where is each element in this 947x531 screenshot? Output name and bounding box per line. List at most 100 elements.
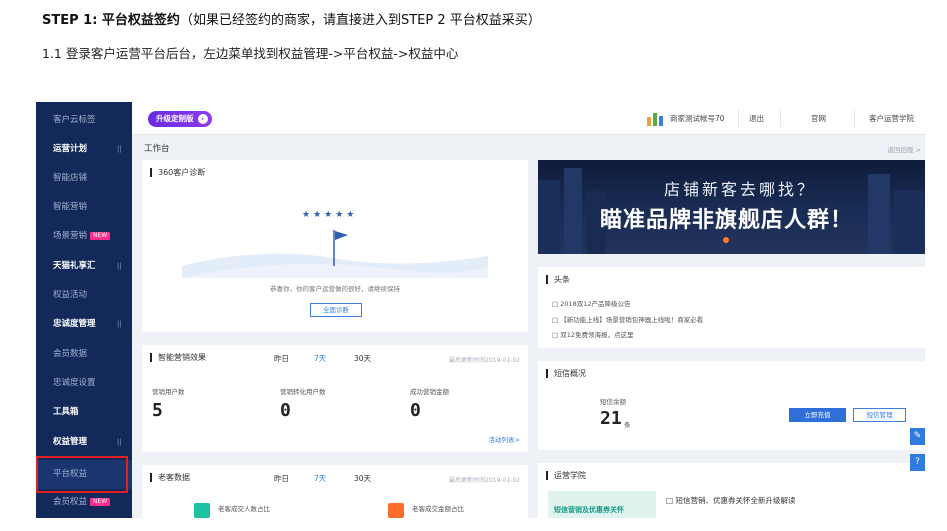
academy-article[interactable]: □ 短信营销、优惠券关怀全新升级解读	[666, 495, 795, 506]
academy-card: 运营学院 短信营销及优惠券关怀 □ 短信营销、优惠券关怀全新升级解读	[538, 463, 925, 518]
sidebar-item-smart-store[interactable]: 智能店铺	[36, 164, 132, 193]
marketing-effect-card: 智能营销效果 昨日 7天 30天 最后更新时间2019-01-02 营销用户数 …	[142, 345, 528, 452]
chevron-icon: ||	[116, 145, 122, 153]
sms-manage-button[interactable]: 短信管理	[853, 408, 906, 422]
last-updated: 最后更新时间2019-01-02	[449, 357, 520, 364]
sidebar-item-label: 忠诚度管理	[53, 319, 96, 329]
sidebar-item-smart-marketing[interactable]: 智能营销	[36, 193, 132, 222]
bullet-icon: □	[552, 316, 561, 324]
merchant-name[interactable]: 商家测试帐号70	[670, 113, 725, 124]
sms-balance-value: 21	[600, 408, 622, 429]
metric-label: 成功营销金额	[410, 388, 449, 396]
sidebar-item-member-data[interactable]: 会员数据	[36, 340, 132, 369]
recharge-button[interactable]: 立即充值	[789, 408, 846, 422]
bullet-icon: □	[552, 331, 561, 339]
diagnosis-message: 恭喜你，你的客户运营做的很好，请继续保持	[270, 285, 400, 293]
tab-yesterday[interactable]: 昨日	[274, 473, 289, 484]
official-site-link[interactable]: 官网	[811, 113, 826, 124]
bullet-icon: □	[552, 300, 561, 308]
academy-link[interactable]: 客户运营学院	[869, 113, 914, 124]
chevron-icon: ||	[116, 320, 122, 328]
sidebar-item-label: 运营计划	[53, 144, 88, 154]
academy-title: 运营学院	[546, 471, 586, 480]
tab-7-days[interactable]: 7天	[314, 353, 326, 364]
sidebar-item-label: 天猫礼享汇	[53, 261, 96, 271]
news-item[interactable]: □ 双12免费领海报，点这里	[552, 329, 634, 339]
diagnosis-card: 360客户诊断 ★★★★★ 恭喜你，你的客户运营做的很好，请继续保持 全面诊断	[142, 160, 528, 332]
metric-label: 营销转化用户数	[280, 388, 326, 396]
activity-list-link[interactable]: 活动列表>	[489, 434, 520, 444]
logout-link[interactable]: 退出	[749, 113, 764, 124]
step-heading-bold: STEP 1: 平台权益签约	[42, 13, 180, 28]
sidebar-item-label: 会员权益	[53, 497, 88, 507]
topbar: 升级定制版 › 商家测试帐号70 退出 官网 客户运营学院	[132, 102, 925, 135]
sidebar-item-loyalty-management[interactable]: 忠诚度管理 ||	[36, 310, 132, 339]
topbar-divider	[780, 110, 781, 127]
news-item-text: 2018双12产品降级公告	[560, 300, 631, 308]
sidebar-item-label: 权益活动	[53, 290, 88, 300]
metric-value: 0	[410, 400, 421, 421]
full-diagnosis-button[interactable]: 全面诊断	[310, 303, 362, 317]
customer-count-icon	[194, 503, 210, 518]
diagnosis-title: 360客户诊断	[150, 168, 205, 177]
sidebar-item-scene-marketing[interactable]: 场景营销 NEW	[36, 222, 132, 251]
arrow-right-icon: ›	[197, 114, 208, 124]
document-step-heading: STEP 1: 平台权益签约（如果已经签约的商家，请直接进入到STEP 2 平台…	[42, 9, 541, 28]
sms-card: 短信概况 短信余额 21 条	[538, 361, 925, 450]
sidebar-item-tmall-gift[interactable]: 天猫礼享汇 ||	[36, 252, 132, 281]
flag-illustration-icon	[182, 230, 488, 278]
sidebar-item-label: 权益管理	[53, 437, 88, 447]
thumbnail-text: 短信营销及优惠券关怀	[554, 506, 624, 514]
help-icon[interactable]: ?	[910, 454, 925, 471]
rating-stars: ★★★★★	[302, 210, 358, 220]
metric-value: 0	[280, 400, 291, 421]
academy-headline: 短信营销、优惠券关怀全新升级解读	[675, 496, 796, 505]
back-old-version-link[interactable]: 返回旧版 >	[887, 144, 921, 154]
tab-30-days[interactable]: 30天	[354, 473, 371, 484]
topbar-divider	[738, 110, 739, 127]
sidebar-item-operation-plan[interactable]: 运营计划 ||	[36, 135, 132, 164]
metric-label: 老客成交金额占比	[412, 505, 464, 513]
metric-label: 营销用户数	[152, 388, 185, 396]
sidebar-item-label: 工具箱	[53, 407, 79, 417]
document-substep: 1.1 登录客户运营平台后台，左边菜单找到权益管理->平台权益->权益中心	[42, 46, 459, 61]
highlight-box	[36, 456, 128, 493]
sms-title: 短信概况	[546, 369, 586, 378]
sidebar-item-label: 场景营销	[53, 231, 88, 241]
sidebar-item-loyalty-settings[interactable]: 忠诚度设置	[36, 369, 132, 398]
upgrade-label: 升级定制版	[156, 114, 194, 123]
metric-value: 5	[152, 400, 163, 421]
new-badge: NEW	[90, 231, 111, 240]
news-title: 头条	[546, 275, 570, 284]
marketing-title: 智能营销效果	[150, 353, 206, 362]
chevron-icon: ||	[116, 262, 122, 270]
banner-line-1: 店铺新客去哪找？	[664, 180, 817, 199]
upgrade-button[interactable]: 升级定制版 ›	[148, 111, 212, 127]
sms-balance-unit: 条	[624, 421, 631, 429]
step-heading-note: （如果已经签约的商家，请直接进入到STEP 2 平台权益采买）	[179, 13, 541, 28]
old-customer-card: 老客数据 昨日 7天 30天 最后更新时间2019-01-02 老客成交人数占比…	[142, 465, 528, 518]
merchant-avatar-icon	[647, 113, 663, 126]
sms-balance-label: 短信余额	[600, 398, 626, 406]
promo-banner[interactable]: 店铺新客去哪找？ 瞄准品牌非旗舰店人群！	[538, 160, 925, 254]
topbar-divider	[854, 110, 855, 127]
edit-icon[interactable]: ✎	[910, 428, 925, 445]
news-item[interactable]: □ 2018双12产品降级公告	[552, 298, 631, 308]
last-updated: 最后更新时间2019-01-02	[449, 477, 520, 484]
sidebar: 客户云标签 运营计划 || 智能店铺 智能营销 场景营销 NEW 天猫礼享汇 || 权…	[36, 102, 132, 518]
chevron-icon: ||	[116, 438, 122, 446]
tab-7-days[interactable]: 7天	[314, 473, 326, 484]
sidebar-item-label: 客户云标签	[53, 115, 96, 125]
news-item-text: 双12免费领海报，点这里	[560, 331, 634, 339]
sidebar-item-benefit-activity[interactable]: 权益活动	[36, 281, 132, 310]
sidebar-item-cloud-tags[interactable]: 客户云标签	[36, 106, 132, 135]
tab-yesterday[interactable]: 昨日	[274, 353, 289, 364]
tab-30-days[interactable]: 30天	[354, 353, 371, 364]
sidebar-item-toolbox[interactable]: 工具箱	[36, 398, 132, 427]
news-card: 头条 □ 2018双12产品降级公告 □ 【新功能上线】场景营销包神器上线啦！商…	[538, 267, 925, 348]
sidebar-item-benefit-management[interactable]: 权益管理 ||	[36, 428, 132, 457]
academy-thumbnail[interactable]: 短信营销及优惠券关怀	[548, 491, 656, 518]
admin-screenshot: 客户云标签 运营计划 || 智能店铺 智能营销 场景营销 NEW 天猫礼享汇 || 权…	[36, 102, 925, 518]
news-item[interactable]: □ 【新功能上线】场景营销包神器上线啦！商家必看	[552, 314, 703, 324]
old-customer-title: 老客数据	[150, 473, 190, 482]
